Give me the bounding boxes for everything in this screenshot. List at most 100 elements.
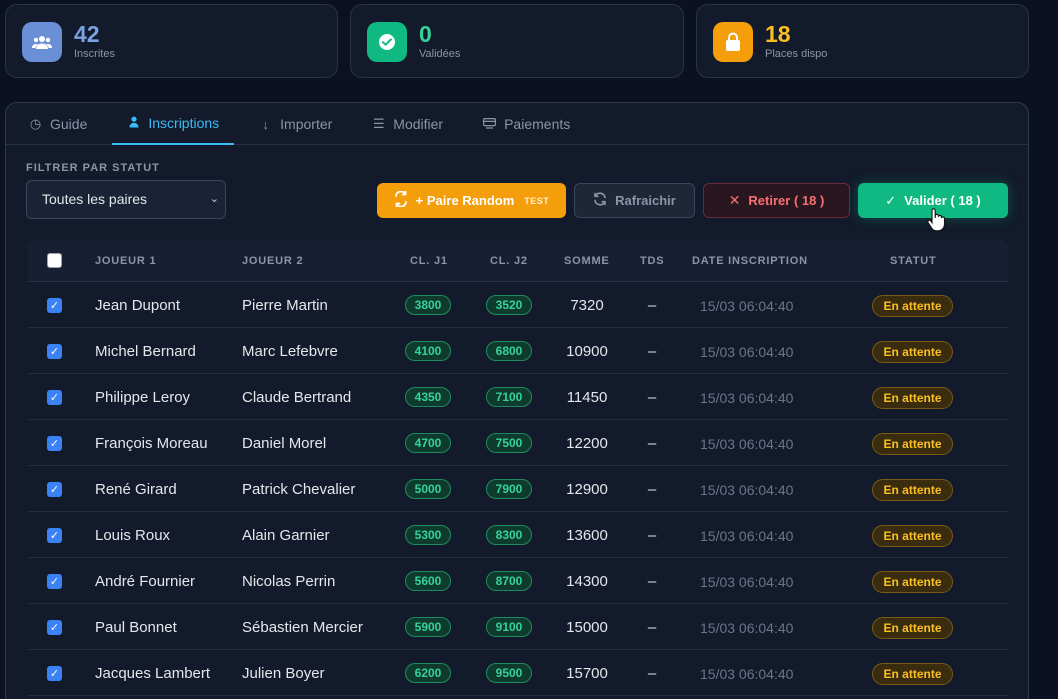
date-value: 15/03 06:04:40 xyxy=(700,298,794,314)
clock-icon: ◷ xyxy=(29,116,42,131)
classement-j1-pill: 4700 xyxy=(405,433,451,453)
tab-label: Paiements xyxy=(504,116,571,132)
check-icon: ✓ xyxy=(885,192,897,208)
table-row[interactable]: ✓ Michel Bernard Marc Lefebvre 4100 6800 1090… xyxy=(28,328,1008,374)
user-icon xyxy=(127,116,140,131)
somme-value: 12200 xyxy=(566,435,608,452)
date-value: 15/03 06:04:40 xyxy=(700,666,794,682)
classement-j2-pill: 7900 xyxy=(486,479,532,499)
row-checkbox[interactable]: ✓ xyxy=(47,298,62,313)
classement-j1-pill: 5000 xyxy=(405,479,451,499)
joueur2-name: Sébastien Mercier xyxy=(242,619,363,636)
classement-j2-pill: 8300 xyxy=(486,525,532,545)
somme-value: 12900 xyxy=(566,481,608,498)
lock-icon xyxy=(713,22,753,62)
stat-card-validees: 0 Validées xyxy=(350,4,684,78)
joueur2-name: Nicolas Perrin xyxy=(242,573,336,590)
tab-guide[interactable]: ◷ Guide xyxy=(14,103,102,145)
tds-value: – xyxy=(647,481,657,498)
status-badge: En attente xyxy=(872,479,953,501)
row-checkbox[interactable]: ✓ xyxy=(47,482,62,497)
random-pair-button[interactable]: + Paire Random TEST xyxy=(377,183,566,218)
date-value: 15/03 06:04:40 xyxy=(700,528,794,544)
joueur1-name: Louis Roux xyxy=(95,527,171,544)
row-checkbox[interactable]: ✓ xyxy=(47,574,62,589)
table-row[interactable]: ✓ Louis Roux Alain Garnier 5300 8300 13600 – 15… xyxy=(28,512,1008,558)
classement-j2-pill: 9100 xyxy=(486,617,532,637)
status-badge: En attente xyxy=(872,617,953,639)
tab-importer[interactable]: ↓ Importer xyxy=(244,103,347,145)
registrations-table: JOUEUR 1 JOUEUR 2 CL. J1 CL. J2 SOMME TD… xyxy=(28,240,1008,696)
users-icon xyxy=(22,22,62,62)
stat-label: Places dispo xyxy=(765,48,828,60)
somme-value: 14300 xyxy=(566,573,608,590)
header-somme: SOMME xyxy=(564,255,610,267)
joueur2-name: Julien Boyer xyxy=(242,665,325,682)
joueur2-name: Daniel Morel xyxy=(242,435,327,452)
refresh-button[interactable]: Rafraichir xyxy=(574,183,695,218)
table-row[interactable]: ✓ Jacques Lambert Julien Boyer 6200 9500 1570… xyxy=(28,650,1008,696)
row-checkbox[interactable]: ✓ xyxy=(47,344,62,359)
somme-value: 15700 xyxy=(566,665,608,682)
row-checkbox[interactable]: ✓ xyxy=(47,620,62,635)
tab-modifier[interactable]: ☰ Modifier xyxy=(357,103,458,145)
row-checkbox[interactable]: ✓ xyxy=(47,436,62,451)
joueur1-name: Jean Dupont xyxy=(95,297,181,314)
hand-cursor-icon xyxy=(927,208,946,237)
stat-value: 0 xyxy=(419,21,432,47)
row-checkbox[interactable]: ✓ xyxy=(47,666,62,681)
status-badge: En attente xyxy=(872,295,953,317)
card-icon xyxy=(483,117,497,132)
date-value: 15/03 06:04:40 xyxy=(700,574,794,590)
tds-value: – xyxy=(647,389,657,406)
somme-value: 15000 xyxy=(566,619,608,636)
table-row[interactable]: ✓ Jean Dupont Pierre Martin 3800 3520 7320 – 15… xyxy=(28,282,1008,328)
table-row[interactable]: ✓ Philippe Leroy Claude Bertrand 4350 7100 11… xyxy=(28,374,1008,420)
joueur1-name: Paul Bonnet xyxy=(95,619,177,636)
joueur2-name: Claude Bertrand xyxy=(242,389,352,406)
classement-j1-pill: 5300 xyxy=(405,525,451,545)
validate-label: Valider ( 18 ) xyxy=(904,193,981,208)
list-icon: ☰ xyxy=(372,116,385,131)
joueur1-name: Philippe Leroy xyxy=(95,389,191,406)
classement-j2-pill: 3520 xyxy=(486,295,532,315)
table-row[interactable]: ✓ André Fournier Nicolas Perrin 5600 8700 143… xyxy=(28,558,1008,604)
somme-value: 10900 xyxy=(566,343,608,360)
header-cl-j1: CL. J1 xyxy=(410,255,448,267)
select-all-checkbox[interactable] xyxy=(47,253,62,268)
status-filter-select[interactable]: Toutes les paires ⌄ xyxy=(26,180,226,219)
retire-label: Retirer ( 18 ) xyxy=(748,193,825,208)
stat-value: 18 xyxy=(765,21,791,47)
tds-value: – xyxy=(647,665,657,682)
table-row[interactable]: ✓ Paul Bonnet Sébastien Mercier 5900 9100 150… xyxy=(28,604,1008,650)
status-badge: En attente xyxy=(872,571,953,593)
table-row[interactable]: ✓ René Girard Patrick Chevalier 5000 7900 129… xyxy=(28,466,1008,512)
classement-j2-pill: 9500 xyxy=(486,663,532,683)
retire-button[interactable]: ✕ Retirer ( 18 ) xyxy=(703,183,850,218)
tab-paiements[interactable]: Paiements xyxy=(468,103,585,145)
shuffle-icon xyxy=(394,190,408,210)
tds-value: – xyxy=(647,527,657,544)
somme-value: 7320 xyxy=(570,297,604,314)
joueur2-name: Marc Lefebvre xyxy=(242,343,338,360)
row-checkbox[interactable]: ✓ xyxy=(47,390,62,405)
classement-j2-pill: 6800 xyxy=(486,341,532,361)
tab-inscriptions[interactable]: Inscriptions xyxy=(112,103,235,145)
row-checkbox[interactable]: ✓ xyxy=(47,528,62,543)
classement-j1-pill: 3800 xyxy=(405,295,451,315)
header-date: DATE INSCRIPTION xyxy=(692,255,808,267)
table-row[interactable]: ✓ François Moreau Daniel Morel 4700 7500 1220… xyxy=(28,420,1008,466)
header-joueur1: JOUEUR 1 xyxy=(95,255,157,267)
date-value: 15/03 06:04:40 xyxy=(700,390,794,406)
status-badge: En attente xyxy=(872,663,953,685)
filter-label: FILTRER PAR STATUT xyxy=(26,162,160,174)
chevron-down-icon: ⌄ xyxy=(209,193,219,205)
header-joueur2: JOUEUR 2 xyxy=(242,255,304,267)
stat-value: 42 xyxy=(74,21,100,47)
select-value: Toutes les paires xyxy=(42,191,148,207)
header-statut: STATUT xyxy=(890,255,937,267)
table-body: ✓ Jean Dupont Pierre Martin 3800 3520 7320 – 15… xyxy=(28,282,1008,696)
joueur1-name: Michel Bernard xyxy=(95,343,196,360)
tds-value: – xyxy=(647,343,657,360)
refresh-icon xyxy=(593,192,607,209)
